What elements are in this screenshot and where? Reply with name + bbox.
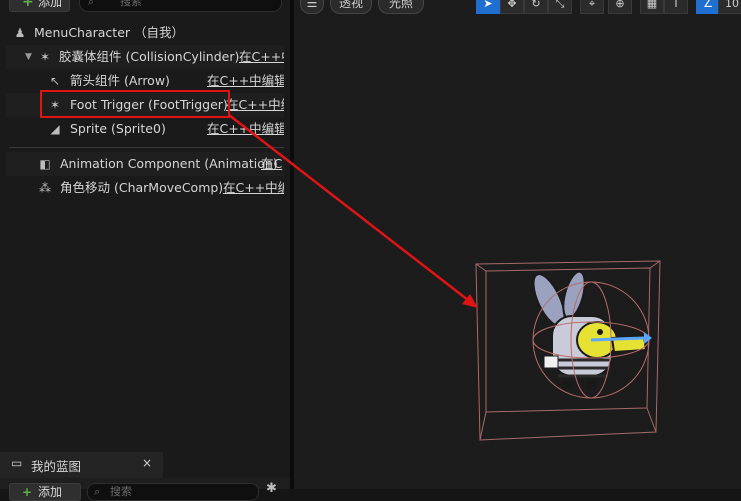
add-component-button[interactable]: + 添加 xyxy=(9,0,70,12)
book-icon: ▭ xyxy=(11,456,23,470)
search-icon: ⌕ xyxy=(88,0,95,8)
edit-in-cpp-link[interactable]: 在C xyxy=(261,152,284,176)
tree-item-sprite[interactable]: ◢ Sprite (Sprite0) 在C++中编辑 xyxy=(6,117,284,141)
edit-in-cpp-link[interactable]: 在C++中 xyxy=(239,45,284,69)
component-search-input[interactable]: ⌕ 搜索 xyxy=(79,0,282,12)
viewport[interactable]: ☰ 透视 光照 ➤ ✥ ↻ ⤡ ⌖ ⊕ ▦ I ∠ 10 xyxy=(294,0,741,489)
edit-in-cpp-link[interactable]: 在C++中编 xyxy=(223,176,284,200)
search-icon: ⌕ xyxy=(94,485,101,498)
animation-component-icon: ◧ xyxy=(39,157,51,171)
tree-item-capsule[interactable]: ▼ ✶ 胶囊体组件 (CollisionCylinder) 在C++中 xyxy=(6,45,284,69)
sprite-icon: ◢ xyxy=(50,122,60,136)
tree-item-root[interactable]: ♟ MenuCharacter （自我） xyxy=(6,21,284,45)
edit-in-cpp-link[interactable]: 在C++中编辑 xyxy=(207,117,284,141)
edit-in-cpp-link[interactable]: 在C++中编 xyxy=(226,93,284,117)
actor-icon: ♟ xyxy=(14,26,26,40)
tree-item-animation[interactable]: ◧ Animation Component (Animation) 在C xyxy=(6,152,284,176)
blueprint-search-input[interactable]: ⌕ 搜索 xyxy=(87,483,259,501)
my-blueprint-tab[interactable]: ▭ 我的蓝图 × xyxy=(0,452,163,478)
close-icon[interactable]: × xyxy=(142,456,152,470)
character-sprite xyxy=(532,270,648,390)
components-panel: + 添加 ⌕ 搜索 ♟ MenuCharacter （自我） ▼ ✶ 胶囊体组件… xyxy=(0,0,290,501)
separator xyxy=(9,147,284,148)
tree-item-char-move[interactable]: ⁂ 角色移动 (CharMoveComp) 在C++中编 xyxy=(6,176,284,200)
plus-icon: + xyxy=(22,0,34,10)
add-button[interactable]: + 添加 xyxy=(9,483,81,501)
chevron-down-icon[interactable]: ▼ xyxy=(25,45,32,69)
foot-trigger-highlight-box xyxy=(40,90,230,118)
capsule-icon: ✶ xyxy=(39,50,51,64)
plus-icon: + xyxy=(22,485,33,499)
viewport-scene xyxy=(475,260,661,441)
movement-component-icon: ⁂ xyxy=(39,181,51,195)
